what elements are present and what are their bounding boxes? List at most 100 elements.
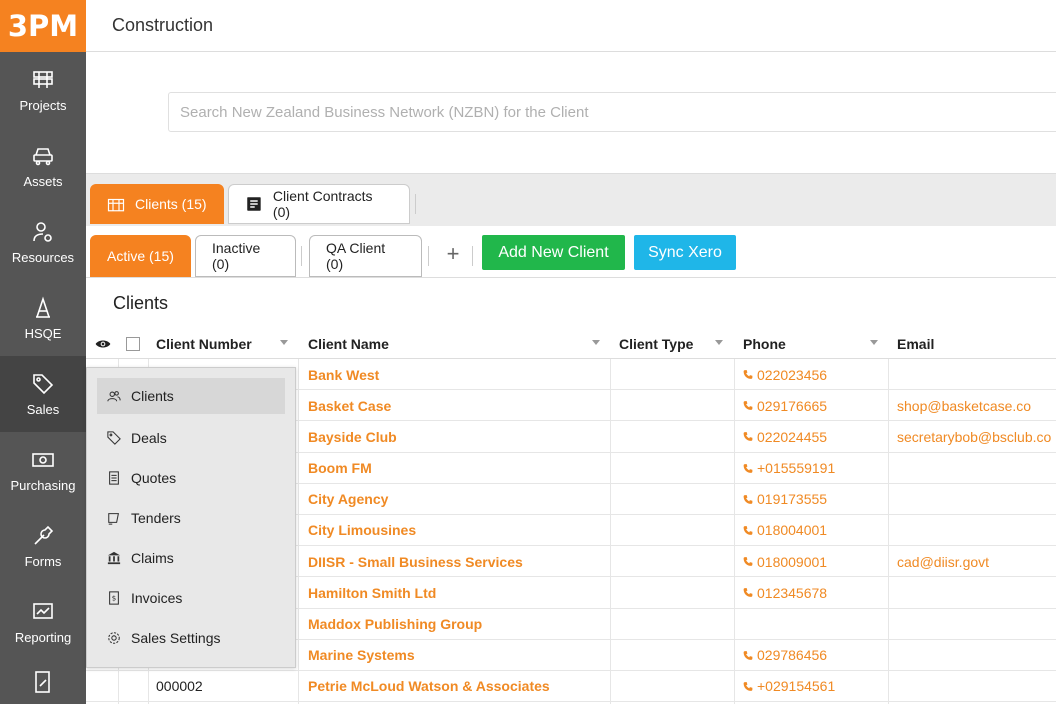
tab-divider [301,246,302,266]
page-title: Construction [112,15,214,35]
search-area [86,52,1056,174]
phone-link[interactable]: 018004001 [743,515,827,546]
phone-link[interactable]: +015559191 [743,453,835,484]
menu-item-label: Tenders [131,510,181,526]
menu-item-sales-settings[interactable]: Sales Settings [87,618,295,658]
client-name-link[interactable]: Petrie McLoud Watson & Associates [308,671,550,702]
people-icon [107,391,121,402]
phone-link[interactable]: 022024455 [743,421,827,452]
tab-divider [428,246,429,266]
column-header-phone[interactable]: Phone [743,328,886,359]
sidebar-item-reporting[interactable]: Reporting [0,584,86,660]
client-name-link[interactable]: Boom FM [308,453,372,484]
client-name-link[interactable]: Basket Case [308,390,391,421]
add-new-client-button[interactable]: Add New Client [482,235,625,270]
email-link[interactable]: secretarybob@bsclub.co [897,421,1051,452]
phone-icon [743,432,753,442]
phone-link[interactable]: 029786456 [743,640,827,671]
phone-link[interactable]: +029154561 [743,671,835,702]
add-tab-button[interactable]: + [442,240,464,268]
header-label: Client Type [619,335,694,352]
sidebar-item-hsqe[interactable]: HSQE [0,280,86,356]
gear-icon [108,632,120,644]
phone-icon [743,401,753,411]
header-label: Client Name [308,335,389,352]
sidebar-item-label: Resources [11,249,75,265]
tab-qa-client[interactable]: QA Client (0) [309,235,422,277]
tab-label: Clients (15) [135,196,207,212]
phone-icon [743,370,753,379]
client-name-link[interactable]: City Agency [308,484,388,515]
nzbn-search-input[interactable] [168,92,1056,132]
phone-link[interactable]: 012345678 [743,577,827,608]
tab-active[interactable]: Active (15) [90,235,191,277]
phone-icon [743,463,753,473]
bank-icon [107,551,121,565]
header-label: Email [897,335,935,352]
status-tabs: Active (15) Inactive (0) QA Client (0) +… [86,226,1056,278]
column-divider [610,359,611,704]
sidebar-item-assets[interactable]: Assets [0,128,86,204]
email-link[interactable]: shop@basketcase.co [897,390,1031,421]
app-logo[interactable]: 3PM [0,0,86,52]
client-name-link[interactable]: City Limousines [308,515,416,546]
column-header-client-type[interactable]: Client Type [619,328,731,359]
sidebar-item-projects[interactable]: Projects [0,52,86,128]
phone-icon [743,650,753,660]
menu-item-quotes[interactable]: Quotes [87,458,295,498]
table-header: Client Number Client Name Client Type Ph… [86,328,1056,359]
menu-item-invoices[interactable]: $ Invoices [87,578,295,618]
sidebar-item-label: HSQE [24,325,62,341]
phone-link[interactable]: 029176665 [743,390,827,421]
sidebar: 3PM Projects Assets Resources HSQE Sales… [0,0,86,704]
client-name-link[interactable]: Hamilton Smith Ltd [308,577,436,608]
sidebar-item-forms[interactable]: Forms [0,508,86,584]
phone-link[interactable]: 019173555 [743,484,827,515]
column-visibility-toggle[interactable] [95,328,111,359]
menu-item-clients[interactable]: Clients [97,378,285,414]
chart-icon [33,602,53,619]
tab-client-contracts[interactable]: Client Contracts (0) [228,184,410,224]
phone-number: 012345678 [757,584,828,601]
client-name-link[interactable]: DIISR - Small Business Services [308,546,523,577]
eye-icon [95,340,111,347]
menu-item-tenders[interactable]: Tenders [87,498,295,538]
logo-text: 3PM [7,9,79,43]
sync-xero-button[interactable]: Sync Xero [634,235,736,270]
tab-inactive[interactable]: Inactive (0) [195,235,296,277]
phone-link[interactable]: 018009001 [743,546,827,577]
client-name-link[interactable]: Maddox Publishing Group [308,609,482,640]
phone-icon [743,588,753,598]
client-name-link[interactable]: Marine Systems [308,640,415,671]
sidebar-item-label: Sales [26,401,60,417]
main-tabs: Clients (15) Client Contracts (0) [86,174,1056,226]
sidebar-item-sales[interactable]: Sales [0,356,86,432]
tab-clients[interactable]: Clients (15) [90,184,224,224]
phone-link[interactable]: 022023456 [743,359,827,390]
menu-item-label: Claims [131,550,174,566]
menu-item-label: Clients [131,388,174,404]
sidebar-item-label: Assets [23,173,63,189]
column-divider [734,359,735,704]
client-name-link[interactable]: Bayside Club [308,421,397,452]
select-all-checkbox[interactable] [126,328,140,359]
sort-caret-icon [280,340,288,345]
menu-item-label: Deals [131,430,167,446]
sidebar-item-resources[interactable]: Resources [0,204,86,280]
column-header-email[interactable]: Email [897,328,1056,359]
phone-icon [743,682,753,691]
sidebar-item-purchasing[interactable]: Purchasing [0,432,86,508]
tag-icon [33,373,54,394]
client-name-link[interactable]: Bank West [308,359,379,390]
phone-icon [743,557,753,566]
table-row[interactable]: 000002 Petrie McLoud Watson & Associates +… [86,671,1056,703]
menu-item-claims[interactable]: Claims [87,538,295,578]
column-header-client-name[interactable]: Client Name [308,328,608,359]
sidebar-item-more[interactable] [0,660,86,694]
column-divider [298,359,299,704]
column-header-client-number[interactable]: Client Number [156,328,296,359]
menu-item-deals[interactable]: Deals [87,418,295,458]
phone-icon [743,494,753,504]
email-link[interactable]: cad@diisr.govt [897,546,989,577]
menu-item-label: Quotes [131,470,177,486]
